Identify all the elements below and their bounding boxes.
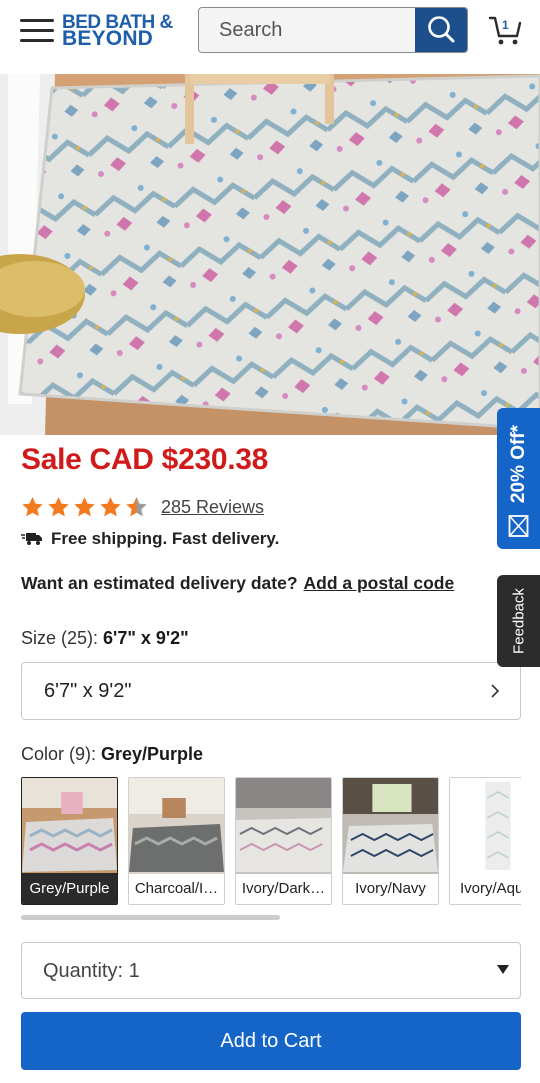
header: BED BATH & BEYOND 1 [0, 0, 540, 62]
swatch-label: Ivory/Aqu [460, 880, 521, 897]
shipping-text: Free shipping. Fast delivery. [51, 529, 280, 548]
search-box [198, 7, 468, 53]
star-icon [48, 497, 69, 517]
swatch-label: Grey/Purple [22, 873, 117, 904]
color-swatch-charcoal[interactable]: Charcoal/I… [128, 777, 225, 905]
quantity-select[interactable]: Quantity: 1 [21, 942, 521, 999]
color-swatch-ivory-navy[interactable]: Ivory/Navy [342, 777, 439, 905]
star-icon [74, 497, 95, 517]
chevron-right-icon [491, 684, 500, 698]
swatch-thumbnail [129, 778, 224, 874]
size-selected: 6'7" x 9'2" [103, 628, 189, 648]
color-swatch-grey-purple[interactable]: Grey/Purple [21, 777, 118, 905]
envelope-icon [508, 515, 529, 537]
feedback-label: Feedback [510, 588, 527, 654]
color-swatch-ivory-aqua[interactable]: Ivory/Aqu [449, 777, 521, 905]
swatch-thumbnail [236, 778, 331, 874]
swatch-thumbnail [450, 778, 521, 874]
sale-price: Sale CAD $230.38 [21, 443, 269, 476]
truck-icon [21, 533, 42, 545]
caret-down-icon [497, 965, 509, 974]
star-icon [22, 497, 43, 517]
star-icon [100, 497, 121, 517]
size-label: Size (25): 6'7" x 9'2" [21, 628, 189, 649]
search-button[interactable] [415, 8, 467, 52]
star-rating [20, 495, 149, 519]
logo[interactable]: BED BATH & BEYOND [62, 13, 182, 51]
swatch-label: Ivory/Dark… [241, 880, 326, 897]
color-count-label: Color (9): [21, 744, 102, 764]
product-image[interactable] [0, 74, 540, 435]
swatch-scrollbar[interactable] [21, 915, 280, 920]
search-icon [428, 16, 455, 43]
swatch-thumbnail [343, 778, 438, 874]
promo-text: 20% Off* [507, 424, 529, 504]
swatch-label: Charcoal/I… [134, 880, 219, 897]
color-label: Color (9): Grey/Purple [21, 744, 203, 765]
shipping-info: Free shipping. Fast delivery. [21, 529, 279, 549]
reviews-link[interactable]: 285 Reviews [161, 497, 264, 518]
logo-line-2: BEYOND [62, 27, 154, 50]
menu-icon[interactable] [20, 19, 54, 45]
cart-count-badge: 1 [502, 18, 509, 32]
swatch-thumbnail [22, 778, 117, 874]
add-to-cart-button[interactable]: Add to Cart [21, 1012, 521, 1070]
promo-tab[interactable]: 20% Off* [497, 408, 540, 549]
rating-row: 285 Reviews [20, 494, 264, 520]
search-input[interactable] [199, 8, 417, 52]
delivery-estimate: Want an estimated delivery date? Add a po… [21, 573, 454, 594]
color-selected: Grey/Purple [101, 744, 204, 764]
swatch-label: Ivory/Navy [355, 880, 426, 897]
color-swatch-ivory-dark[interactable]: Ivory/Dark… [235, 777, 332, 905]
delivery-prompt: Want an estimated delivery date? [21, 573, 298, 593]
size-selector[interactable]: 6'7" x 9'2" [21, 662, 521, 720]
feedback-tab[interactable]: Feedback [497, 575, 540, 667]
add-postal-code-link[interactable]: Add a postal code [304, 573, 455, 593]
color-swatch-list: Grey/Purple Charcoal/I… Ivory/Dark… Ivor… [21, 777, 521, 907]
star-half-icon [126, 497, 147, 517]
quantity-value: Quantity: 1 [43, 960, 140, 982]
size-count-label: Size (25): [21, 628, 104, 648]
size-value: 6'7" x 9'2" [44, 680, 132, 702]
cart-button[interactable]: 1 [488, 14, 524, 48]
